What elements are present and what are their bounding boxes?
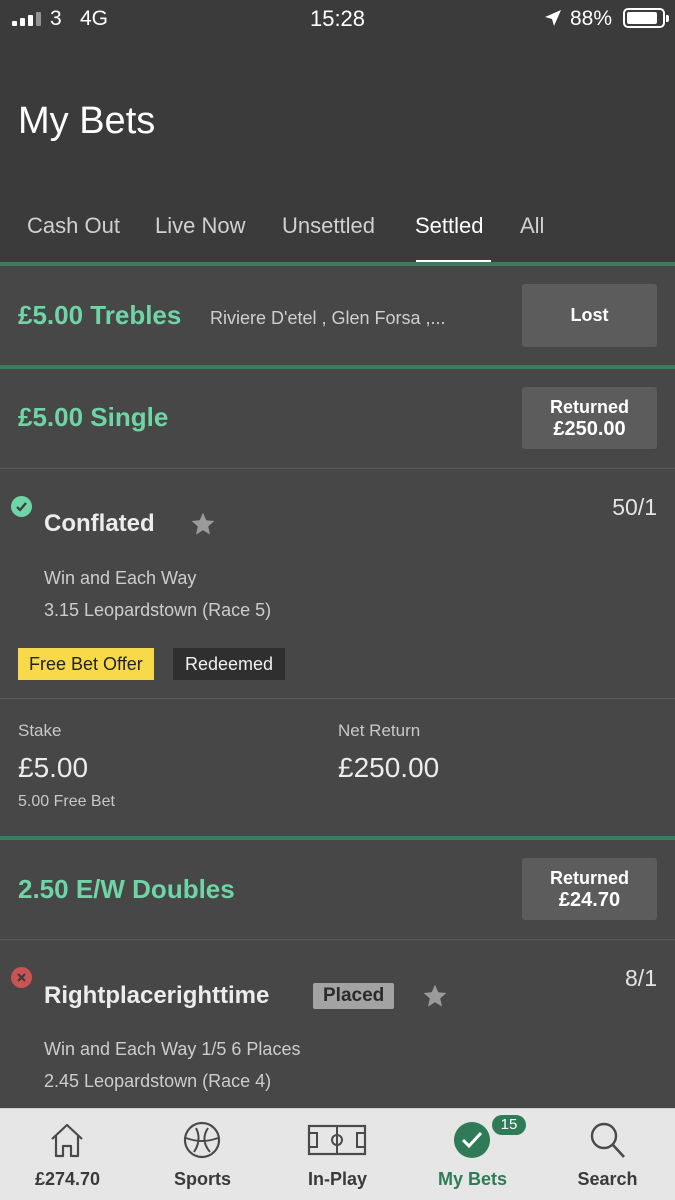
bet-status-badge: Returned £24.70: [522, 858, 657, 920]
status-amount: £24.70: [558, 889, 621, 911]
status-bar: 3 4G 15:28 88%: [0, 0, 675, 38]
event-name: 2.45 Leopardstown (Race 4): [44, 1071, 272, 1091]
battery-percent: 88%: [570, 7, 613, 30]
stake-label: Stake: [18, 721, 62, 740]
selection-odds: 50/1: [612, 494, 657, 520]
tab-unsettled[interactable]: Unsettled: [282, 213, 375, 239]
favourite-star-icon[interactable]: [422, 983, 448, 1009]
nav-label: Sports: [173, 1169, 231, 1189]
nav-home[interactable]: £274.70: [0, 1109, 135, 1200]
divider: [0, 698, 675, 699]
bet-title: 2.50 E/W Doubles: [18, 874, 235, 904]
bet-title: £5.00 Single: [18, 402, 169, 432]
stake-note: 5.00 Free Bet: [18, 793, 115, 810]
pitch-icon: [307, 1124, 367, 1156]
tab-all[interactable]: All: [520, 213, 544, 239]
tab-cash-out[interactable]: Cash Out: [27, 213, 120, 239]
event-name: 3.15 Leopardstown (Race 5): [44, 600, 272, 620]
stake-value: £5.00: [18, 752, 89, 783]
app-header: 3 4G 15:28 88% My Bets Cash Out Live Now…: [0, 0, 675, 263]
nav-sports[interactable]: Sports: [135, 1109, 270, 1200]
redeemed-tag: Redeemed: [173, 648, 286, 680]
bet-card-trebles[interactable]: £5.00 Trebles Riviere D'etel , Glen Fors…: [0, 266, 675, 366]
nav-label: Search: [577, 1169, 638, 1189]
status-label: Returned: [549, 868, 629, 888]
market-name: Win and Each Way: [44, 568, 197, 588]
divider: [0, 939, 675, 940]
tab-settled[interactable]: Settled: [415, 213, 484, 239]
net-return-value: £250.00: [338, 752, 440, 783]
location-arrow-icon: [545, 10, 561, 26]
battery-icon: [623, 8, 669, 28]
check-circle-icon: [454, 1122, 490, 1158]
placed-tag: Placed: [313, 983, 395, 1009]
nav-search[interactable]: Search: [540, 1109, 675, 1200]
bet-card-single[interactable]: £5.00 Single Returned £250.00: [0, 369, 675, 469]
home-icon: [51, 1123, 83, 1158]
bet-card-ew-doubles[interactable]: 2.50 E/W Doubles Returned £24.70: [0, 840, 675, 940]
football-icon: [183, 1121, 221, 1159]
nav-label: In-Play: [307, 1169, 368, 1189]
bet-status-badge: Returned £250.00: [522, 387, 657, 449]
selection-odds: 8/1: [625, 965, 657, 991]
bet-title: £5.00 Trebles: [18, 300, 182, 330]
bottom-nav: £274.70 Sports In-Play My Bets Search: [0, 1108, 675, 1200]
selection-name: Conflated: [44, 510, 155, 537]
divider: [0, 468, 675, 469]
nav-label: My Bets: [437, 1169, 508, 1189]
bet-selections-summary: Riviere D'etel , Glen Forsa ,...: [210, 308, 446, 328]
win-check-icon: [11, 496, 32, 517]
bet-filter-tabs: Cash Out Live Now Unsettled Settled All: [0, 205, 675, 263]
my-bets-count-badge: 15: [492, 1115, 526, 1135]
free-bet-offer-tag: Free Bet Offer: [18, 648, 154, 680]
status-amount: £250.00: [553, 418, 626, 440]
lost-cross-icon: [11, 967, 32, 988]
page-title: My Bets: [18, 100, 156, 142]
search-icon: [590, 1122, 625, 1158]
battery-level: [627, 12, 657, 24]
selection-name: Rightplacerighttime: [44, 982, 270, 1009]
nav-in-play[interactable]: In-Play: [270, 1109, 405, 1200]
status-label: Returned: [549, 397, 629, 417]
bet-status-badge: Lost: [522, 284, 657, 347]
favourite-star-icon[interactable]: [190, 511, 216, 537]
tab-live-now[interactable]: Live Now: [155, 213, 245, 239]
nav-label: £274.70: [34, 1169, 101, 1189]
net-return-label: Net Return: [338, 721, 421, 740]
market-name: Win and Each Way 1/5 6 Places: [44, 1039, 301, 1059]
